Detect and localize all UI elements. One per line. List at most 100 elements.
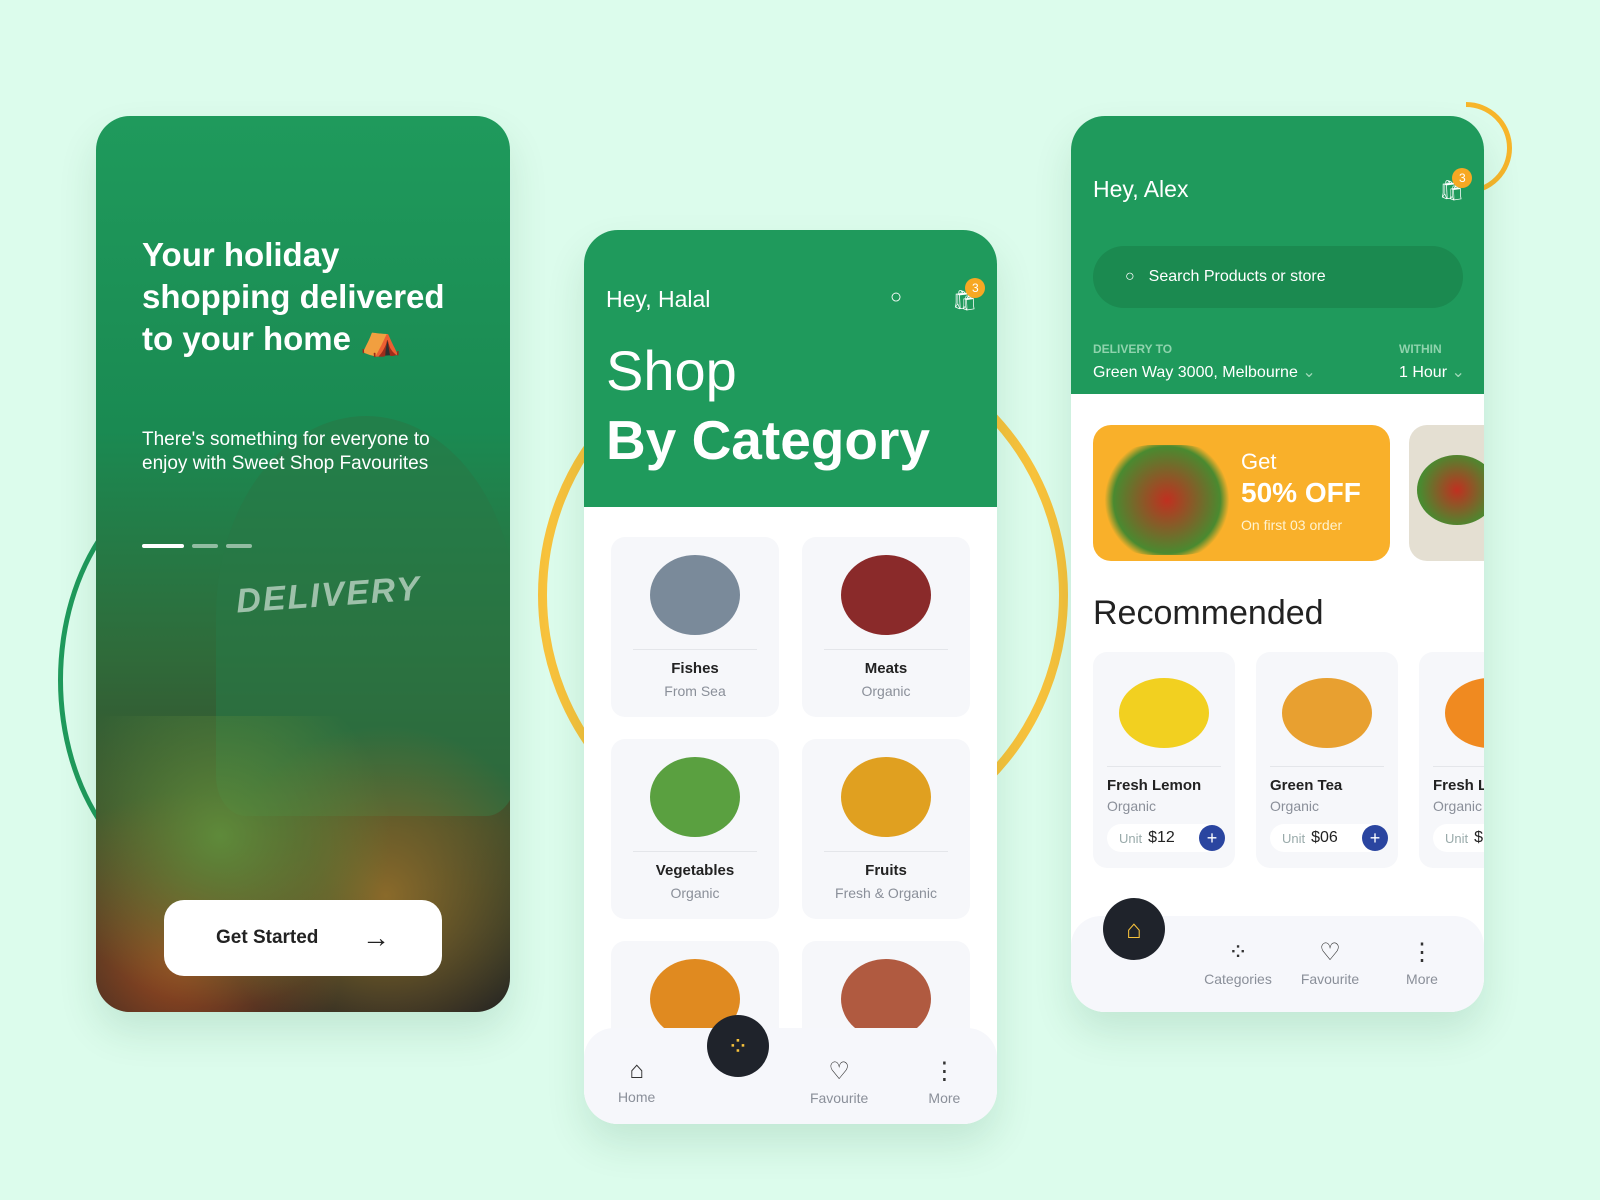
category-screen: Hey, Halal ○ 🛍 3 Shop By Category Fishes F…: [584, 230, 997, 1124]
nav-favourite[interactable]: ♡ Favourite: [1285, 938, 1375, 987]
within-selector[interactable]: WITHIN 1 Hour ⌄: [1399, 342, 1465, 382]
promo-banner-2[interactable]: [1409, 425, 1484, 561]
delivery-selector[interactable]: DELIVERY TO Green Way 3000, Melbourne ⌄: [1093, 342, 1316, 382]
add-to-cart-button[interactable]: +: [1362, 825, 1388, 851]
get-started-button[interactable]: Get Started →: [164, 900, 442, 976]
fruits-image: [841, 757, 931, 837]
category-card[interactable]: Vegetables Organic: [611, 739, 779, 919]
product-name: Fresh L: [1433, 777, 1484, 794]
promo-line2: 50% OFF: [1241, 477, 1361, 508]
bottom-nav: ⌂ Home ⁘ ♡ Favourite ⋮ More: [584, 1015, 997, 1124]
promo-line1: Get: [1241, 449, 1277, 474]
nav-categories[interactable]: ⁘ Categories: [1193, 938, 1283, 987]
category-subtitle: From Sea: [664, 683, 726, 699]
category-title: Vegetables: [655, 862, 735, 879]
home-screen: Hey, Alex 🛍 3 ○ Search Products or store D…: [1071, 116, 1484, 1012]
search-placeholder: Search Products or store: [1148, 268, 1326, 285]
heart-icon: ♡: [1319, 939, 1341, 966]
grid-icon: ⁘: [726, 1030, 749, 1061]
add-to-cart-button[interactable]: +: [1199, 825, 1225, 851]
category-subtitle: Organic: [670, 885, 720, 901]
cart-badge: 3: [965, 278, 986, 298]
orange-image: [1445, 678, 1484, 748]
bottom-nav: ⌂ ⁘ Categories ♡ Favourite ⋮ More: [1071, 898, 1484, 1012]
header: Hey, Halal ○ 🛍 3 Shop By Category: [584, 230, 997, 507]
delivery-value: Green Way 3000, Melbourne: [1093, 364, 1298, 381]
mango-image: [1282, 678, 1372, 748]
arrow-right-icon: →: [362, 922, 390, 953]
product-subtitle: Organic: [1270, 798, 1320, 814]
cart-icon[interactable]: 🛍 3: [952, 278, 986, 313]
title-light: Shop: [606, 339, 737, 402]
nav-home[interactable]: ⌂ Home: [602, 1057, 672, 1105]
nav-more[interactable]: ⋮ More: [1377, 938, 1467, 987]
category-title: Fruits: [865, 862, 907, 879]
nav-favourite[interactable]: ♡ Favourite: [804, 1057, 874, 1106]
price: $12: [1148, 829, 1175, 846]
nav-label: Categories: [1204, 971, 1272, 987]
within-label: WITHIN: [1399, 342, 1442, 356]
unit-label: Unit: [1119, 830, 1143, 846]
basket-image: [1417, 455, 1484, 525]
price: $1: [1474, 829, 1484, 846]
home-icon: ⌂: [1126, 913, 1142, 944]
category-subtitle: Organic: [861, 683, 911, 699]
home-fab[interactable]: ⌂: [1103, 898, 1165, 960]
search-icon: ○: [1125, 268, 1135, 285]
fish-image: [650, 555, 740, 635]
cart-badge: 3: [1452, 168, 1473, 188]
within-value: 1 Hour: [1399, 364, 1448, 381]
vegetable-basket-image: [1097, 445, 1237, 555]
search-icon[interactable]: ○: [890, 286, 902, 309]
product-card[interactable]: Fresh Lemon Organic Unit $12 +: [1093, 652, 1235, 868]
delivery-label: DELIVERY TO: [1093, 342, 1173, 356]
categories-icon: ⁘: [1227, 939, 1249, 966]
product-subtitle: Organic: [1433, 798, 1483, 814]
section-title: Recommended: [1093, 594, 1324, 632]
promo-banner[interactable]: Get 50% OFF On first 03 order: [1093, 425, 1390, 561]
headline: Your holiday shopping delivered to your …: [142, 236, 445, 357]
meat-image: [841, 555, 931, 635]
greeting: Hey, Alex: [1093, 176, 1189, 202]
nav-label: Favourite: [1300, 971, 1360, 987]
unit-label: Unit: [1282, 830, 1306, 846]
product-card[interactable]: Green Tea Organic Unit $06 +: [1256, 652, 1398, 868]
nav-label: Home: [617, 1089, 656, 1105]
unit-label: Unit: [1445, 830, 1469, 846]
product-subtitle: Organic: [1107, 798, 1157, 814]
category-card[interactable]: Fruits Fresh & Organic: [802, 739, 970, 919]
canned-food-image: [841, 959, 931, 1039]
chevron-down-icon: ⌄: [1451, 364, 1465, 381]
home-icon: ⌂: [629, 1057, 644, 1084]
categories-fab[interactable]: ⁘: [706, 1015, 769, 1077]
search-input[interactable]: ○ Search Products or store: [1093, 246, 1463, 308]
nav-more[interactable]: ⋮ More: [909, 1057, 979, 1106]
heart-icon: ♡: [828, 1057, 850, 1085]
price: $06: [1311, 829, 1338, 846]
get-started-label: Get Started: [216, 927, 319, 948]
category-subtitle: Fresh & Organic: [835, 885, 937, 901]
onboarding-screen: DELIVERY Your holiday shopping delivered…: [96, 116, 510, 1012]
nav-label: More: [1406, 971, 1438, 987]
more-icon: ⋮: [932, 1057, 957, 1085]
lemon-image: [1119, 678, 1209, 748]
nav-label: Favourite: [809, 1089, 869, 1106]
product-card[interactable]: Fresh L Organic Unit $1: [1419, 652, 1484, 868]
subtitle: There's something for everyone to enjoy …: [142, 429, 430, 474]
category-card[interactable]: Meats Organic: [802, 537, 970, 717]
product-name: Fresh Lemon: [1107, 777, 1202, 794]
promo-line3: On first 03 order: [1241, 517, 1343, 533]
more-icon: ⋮: [1410, 939, 1434, 966]
title-bold: By Category: [606, 409, 930, 471]
header: Hey, Alex 🛍 3 ○ Search Products or store D…: [1071, 116, 1484, 394]
nav-label: More: [928, 1089, 961, 1106]
vegetables-image: [650, 757, 740, 837]
greeting: Hey, Halal: [606, 286, 711, 312]
page-indicator[interactable]: [142, 544, 252, 548]
cart-icon[interactable]: 🛍 3: [1439, 168, 1473, 203]
category-title: Fishes: [671, 660, 719, 677]
category-title: Meats: [864, 660, 908, 677]
product-name: Green Tea: [1270, 777, 1343, 794]
chevron-down-icon: ⌄: [1302, 364, 1316, 381]
category-card[interactable]: Fishes From Sea: [611, 537, 779, 717]
